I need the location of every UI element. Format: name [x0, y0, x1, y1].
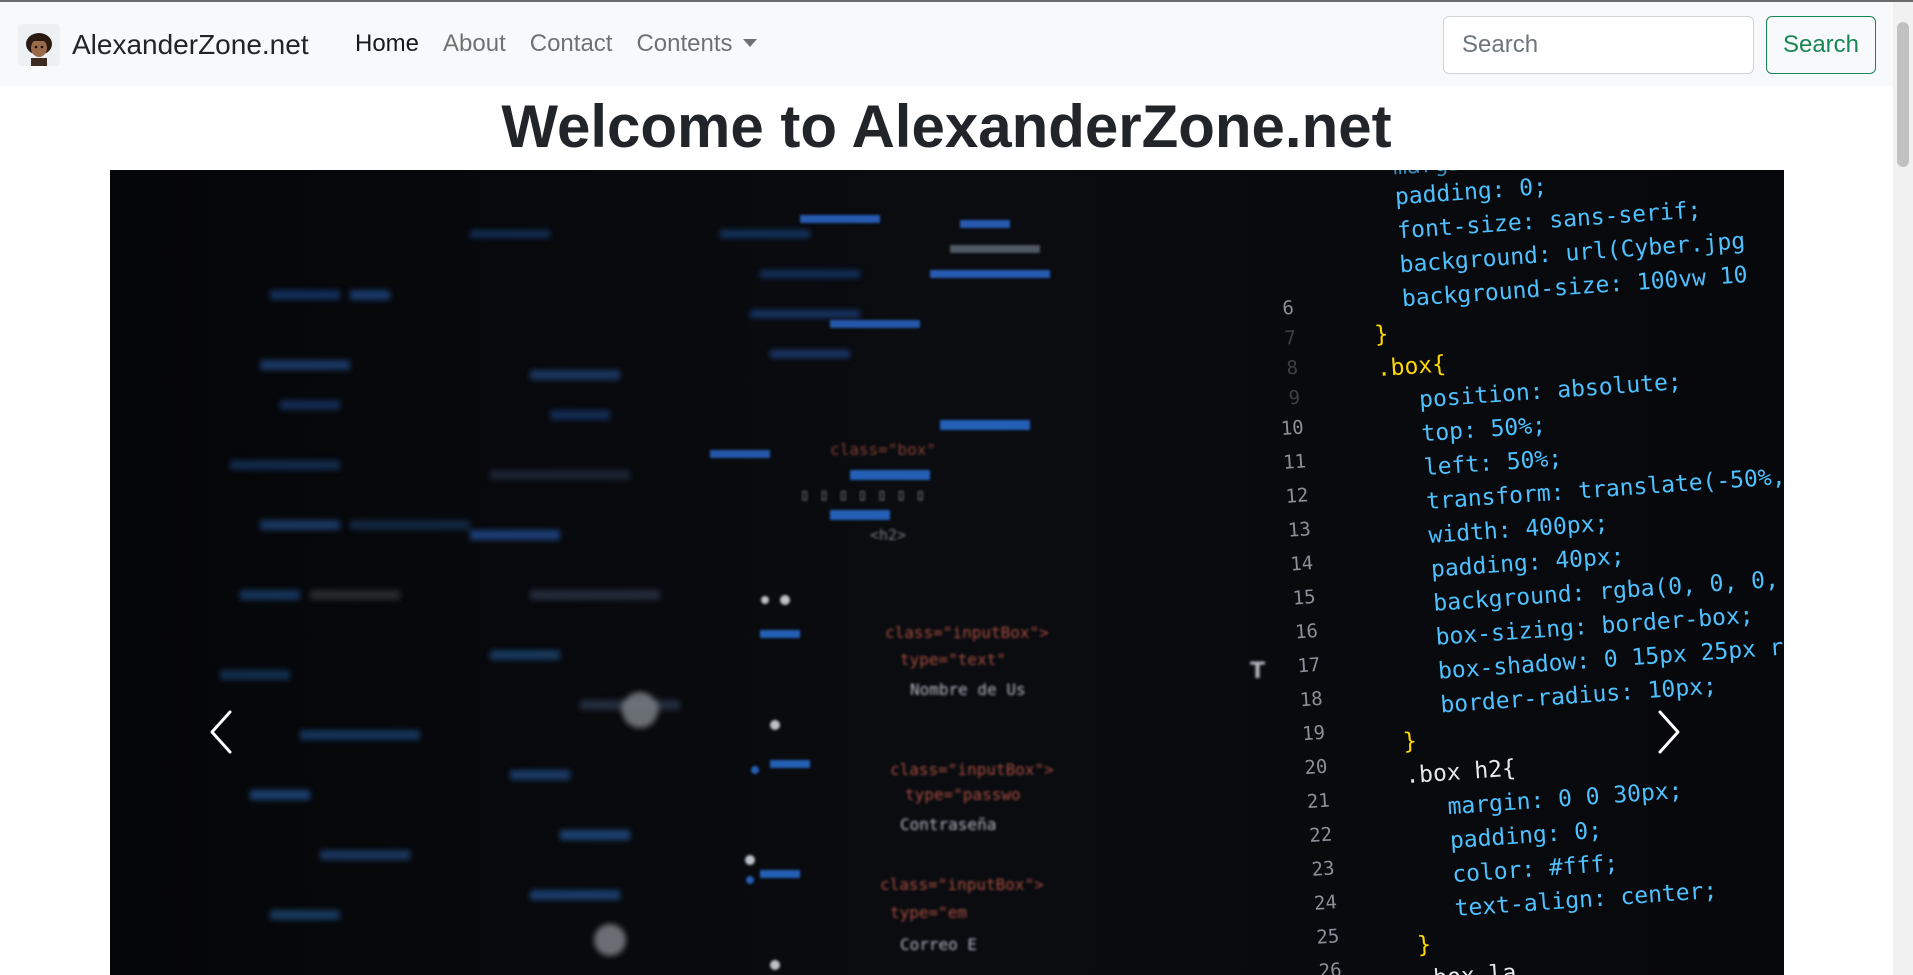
- page-scrollbar[interactable]: [1893, 2, 1913, 975]
- svg-text:Contraseña: Contraseña: [900, 815, 996, 834]
- navbar-brand[interactable]: AlexanderZone.net: [18, 24, 309, 66]
- search-input[interactable]: [1443, 16, 1754, 74]
- line-number: 18: [1299, 687, 1324, 712]
- line-number: 15: [1291, 586, 1317, 610]
- brand-logo-avatar: [18, 24, 60, 66]
- image-carousel: class="box" ▯ ▯ ▯ ▯ ▯ ▯ ▯ <h2> class="in…: [110, 170, 1784, 975]
- line-number: 22: [1308, 823, 1333, 848]
- navbar: AlexanderZone.net Home About Contact Con…: [0, 2, 1893, 86]
- svg-text:▯ ▯ ▯ ▯ ▯ ▯ ▯: ▯ ▯ ▯ ▯ ▯ ▯ ▯: [800, 485, 925, 504]
- line-number: 7: [1283, 326, 1297, 350]
- search-button[interactable]: Search: [1766, 16, 1876, 74]
- chevron-left-icon: [210, 710, 232, 754]
- line-number: 23: [1310, 857, 1336, 881]
- line-number: 14: [1289, 552, 1314, 576]
- svg-text:class="inputBox">: class="inputBox">: [890, 760, 1054, 779]
- line-number: 11: [1282, 450, 1307, 474]
- svg-text:class="box": class="box": [830, 440, 936, 459]
- carousel-prev-button[interactable]: [110, 170, 250, 975]
- svg-text:<h2>: <h2>: [870, 526, 906, 544]
- line-number: 24: [1313, 891, 1338, 915]
- line-number: 12: [1284, 484, 1310, 508]
- nav-contact-link[interactable]: Contact: [530, 32, 613, 56]
- line-number: 26: [1318, 959, 1343, 975]
- code-line: .box{: [1375, 351, 1447, 383]
- svg-text:class="inputBox">: class="inputBox">: [885, 623, 1049, 642]
- line-number: 13: [1287, 518, 1312, 542]
- nav-home-link[interactable]: Home: [355, 32, 419, 56]
- code-line: }: [1402, 728, 1418, 756]
- nav-links: Home About Contact Contents: [355, 2, 781, 86]
- line-number: 9: [1287, 386, 1301, 410]
- scrollbar-thumb[interactable]: [1897, 22, 1909, 167]
- svg-text:T: T: [1250, 659, 1265, 684]
- line-number: 25: [1315, 925, 1341, 949]
- svg-text:class="inputBox">: class="inputBox">: [880, 875, 1044, 894]
- line-number: 20: [1303, 755, 1329, 780]
- svg-text:type="passwo: type="passwo: [905, 785, 1021, 804]
- code-line: }: [1416, 931, 1432, 959]
- svg-text:type="text": type="text": [900, 650, 1006, 669]
- svg-text:type="em: type="em: [890, 903, 967, 922]
- nav-contents-label: Contents: [636, 30, 733, 57]
- chevron-right-icon: [1658, 710, 1680, 754]
- carousel-next-button[interactable]: [1644, 170, 1784, 975]
- nav-about-link[interactable]: About: [443, 32, 506, 56]
- line-number: 8: [1285, 356, 1299, 380]
- line-number: 17: [1296, 653, 1322, 678]
- svg-text:Nombre de Us: Nombre de Us: [910, 680, 1026, 699]
- line-number: 16: [1294, 619, 1319, 644]
- line-number: 6: [1281, 296, 1295, 320]
- line-number: 21: [1306, 789, 1331, 814]
- line-number: 10: [1280, 416, 1305, 440]
- brand-name: AlexanderZone.net: [72, 29, 309, 60]
- page-title: Welcome to AlexanderZone.net: [501, 93, 1392, 160]
- line-number: 19: [1301, 721, 1326, 746]
- caret-down-icon: [742, 39, 757, 47]
- nav-contents-dropdown[interactable]: Contents: [636, 30, 757, 57]
- svg-text:Correo E: Correo E: [900, 935, 977, 954]
